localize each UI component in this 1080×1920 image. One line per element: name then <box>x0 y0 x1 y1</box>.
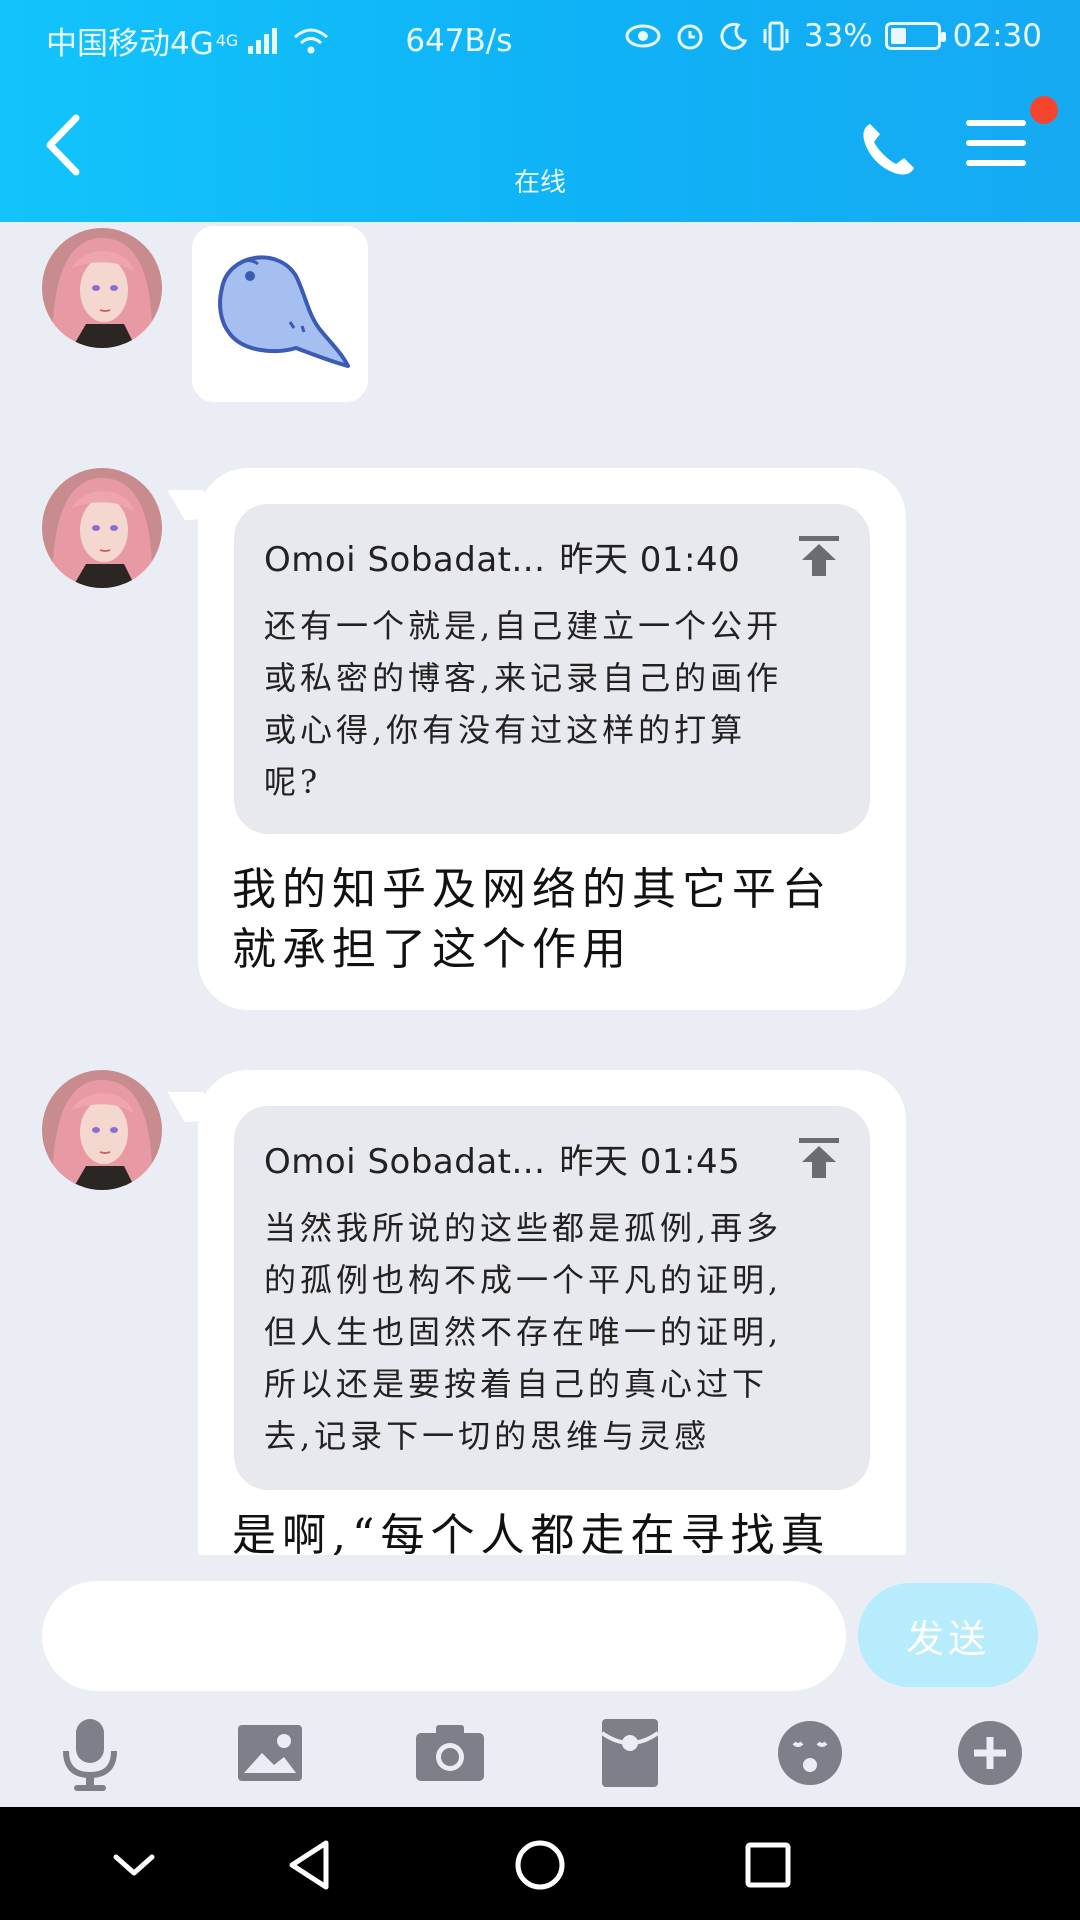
mic-icon[interactable] <box>50 1713 130 1793</box>
signal-icon <box>248 27 278 54</box>
phone-icon[interactable] <box>858 118 920 180</box>
message-bubble[interactable]: Omoi Sobadat... 昨天 01:40 还有一个就是,自己建立一个公开 … <box>198 468 906 1010</box>
plus-icon[interactable] <box>950 1713 1030 1793</box>
notification-dot <box>1030 96 1058 124</box>
emoji-icon[interactable] <box>770 1713 850 1793</box>
menu-icon[interactable] <box>966 120 1026 174</box>
quote-header: Omoi Sobadat... 昨天 01:45 <box>264 1134 754 1183</box>
avatar[interactable] <box>42 1070 162 1190</box>
eye-icon <box>625 24 661 48</box>
quoted-message[interactable]: Omoi Sobadat... 昨天 01:45 当然我所说的这些都是孤例,再多 … <box>234 1106 870 1490</box>
quote-text: 还有一个就是,自己建立一个公开 或私密的博客,来记录自己的画作 或心得,你有没有… <box>264 607 783 801</box>
red-packet-icon[interactable] <box>590 1713 670 1793</box>
camera-icon[interactable] <box>410 1713 490 1793</box>
send-button[interactable]: 发送 <box>858 1583 1038 1687</box>
home-circle-icon[interactable] <box>508 1833 572 1897</box>
chat-header: 中国移动4G 4G 647B/s 33% 02:30 在线 <box>0 0 1080 222</box>
carrier-label: 中国移动4G <box>46 26 214 62</box>
quoted-message[interactable]: Omoi Sobadat... 昨天 01:40 还有一个就是,自己建立一个公开 … <box>234 504 870 834</box>
status-bar: 中国移动4G 4G 647B/s 33% 02:30 <box>0 0 1080 74</box>
alarm-icon <box>677 24 703 50</box>
contact-name-redacted <box>500 104 580 134</box>
quote-header: Omoi Sobadat... 昨天 01:40 <box>264 532 754 581</box>
jump-to-quote-icon[interactable] <box>798 534 840 578</box>
moon-icon <box>720 22 747 50</box>
composer-toolbar <box>0 1713 1080 1793</box>
battery-percent: 33% <box>803 18 873 54</box>
vibrate-icon <box>763 21 789 51</box>
battery-icon <box>884 22 946 50</box>
wifi-icon <box>294 28 329 53</box>
avatar[interactable] <box>42 228 162 348</box>
message-bubble[interactable]: Omoi Sobadat... 昨天 01:45 当然我所说的这些都是孤例,再多 … <box>198 1070 906 1555</box>
avatar[interactable] <box>42 468 162 588</box>
recents-square-icon[interactable] <box>736 1833 800 1897</box>
quote-author: Omoi Sobadat... <box>264 540 546 580</box>
quote-author: Omoi Sobadat... <box>264 1142 546 1182</box>
system-nav-bar <box>0 1807 1080 1920</box>
reply-text: 我的知乎及网络的其它平台 就承担了这个作用 <box>232 864 832 975</box>
message-input[interactable] <box>42 1581 846 1691</box>
message-list[interactable]: Omoi Sobadat... 昨天 01:40 还有一个就是,自己建立一个公开 … <box>0 222 1080 1555</box>
image-icon[interactable] <box>230 1713 310 1793</box>
quote-text: 当然我所说的这些都是孤例,再多 的孤例也构不成一个平凡的证明, 但人生也固然不存… <box>264 1209 783 1455</box>
reply-text: 是啊,“每个人都走在寻找真 <box>232 1510 831 1555</box>
quote-time: 昨天 01:45 <box>559 1142 741 1182</box>
clock: 02:30 <box>952 18 1042 54</box>
network-speed: 647B/s <box>405 22 513 59</box>
chevron-down-icon[interactable] <box>102 1833 166 1897</box>
composer: 发送 <box>0 1555 1080 1807</box>
jump-to-quote-icon[interactable] <box>798 1136 840 1180</box>
quote-time: 昨天 01:40 <box>559 540 741 580</box>
bird-sticker[interactable] <box>192 226 368 402</box>
back-triangle-icon[interactable] <box>278 1833 342 1897</box>
network-badge: 4G <box>215 31 239 50</box>
